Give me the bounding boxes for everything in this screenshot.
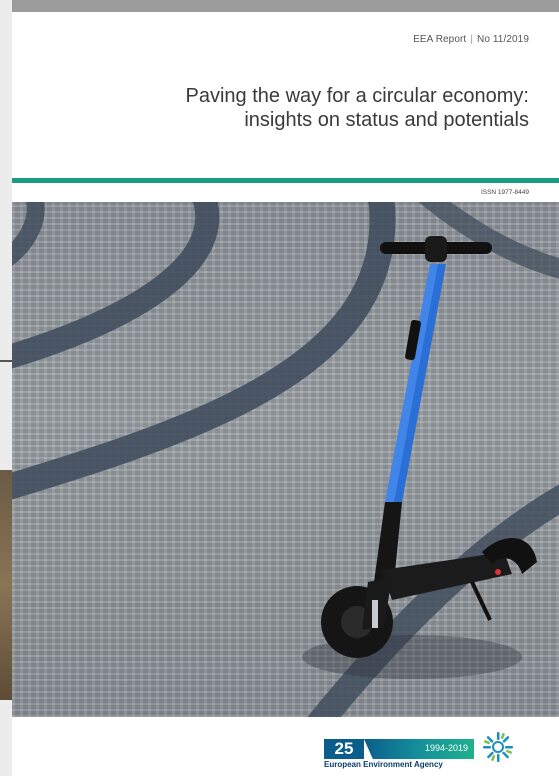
cover-footer: 25 1994-2019 European Environment Agency bbox=[12, 717, 559, 776]
report-series: EEA Report bbox=[413, 34, 467, 45]
accent-rule bbox=[12, 178, 559, 183]
report-number: EEA Report | No 11/2019 bbox=[413, 34, 529, 45]
report-cover[interactable]: EEA Report | No 11/2019 Paving the way for… bbox=[12, 12, 559, 776]
anniversary-years: 1994-2019 bbox=[424, 743, 468, 753]
background-top-edge bbox=[0, 0, 559, 12]
eea-emblem-icon bbox=[483, 732, 513, 762]
background-image-fragment bbox=[0, 470, 12, 700]
anniversary-number: 25 bbox=[324, 739, 364, 759]
eea-25-years-logo: 25 1994-2019 European Environment Agency bbox=[324, 737, 474, 771]
divider bbox=[0, 360, 12, 362]
issn-number: ISSN 1977-8449 bbox=[480, 189, 529, 196]
report-issue-number: No 11/2019 bbox=[477, 34, 529, 45]
scooter-handlebar-hub bbox=[425, 236, 447, 262]
report-title-line-1: Paving the way for a circular economy: bbox=[185, 85, 530, 107]
agency-name: European Environment Agency bbox=[324, 760, 443, 769]
pavement-arc bbox=[12, 202, 45, 266]
report-title: Paving the way for a circular economy: i… bbox=[186, 84, 530, 132]
scooter-kickstand bbox=[470, 581, 492, 621]
scooter-rear-light bbox=[495, 569, 501, 575]
separator: | bbox=[470, 34, 474, 45]
scooter-illustration bbox=[12, 202, 559, 717]
cover-photo-scooter bbox=[12, 202, 559, 717]
background-page-strip bbox=[0, 0, 12, 776]
scooter-stem-highlight bbox=[385, 264, 438, 502]
report-title-line-2: insights on status and potentials bbox=[244, 109, 529, 131]
scooter-reflector bbox=[372, 600, 378, 628]
